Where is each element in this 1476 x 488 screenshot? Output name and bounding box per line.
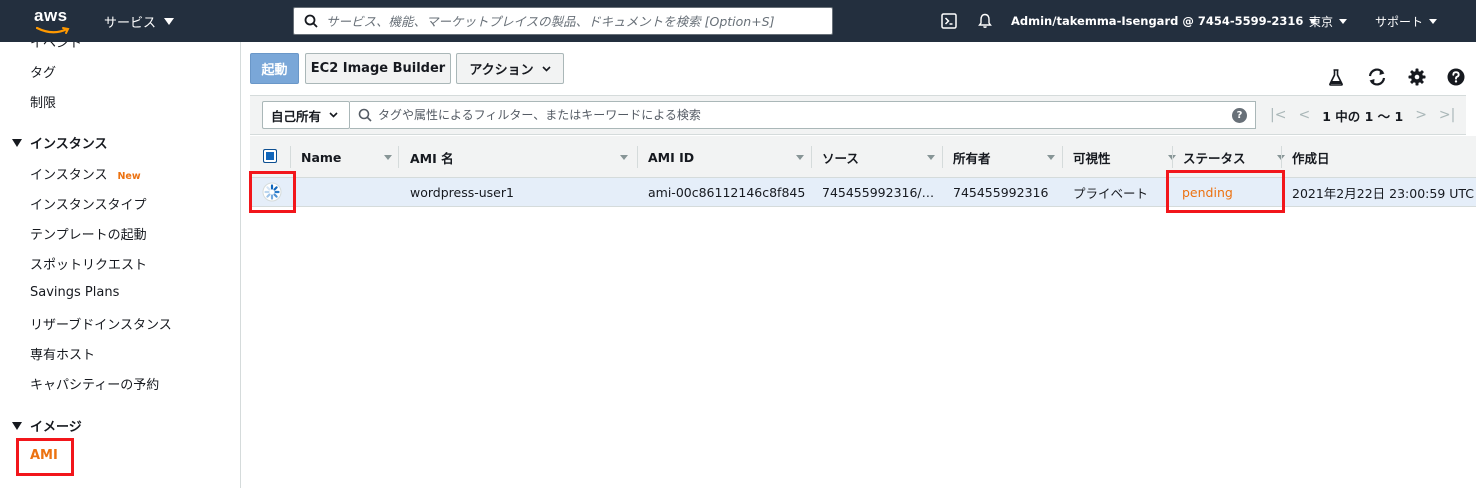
sidebar-item-instances[interactable]: インスタンス New [30,164,141,183]
flask-icon[interactable] [1326,67,1346,87]
filter-search-input[interactable] [378,108,1238,122]
pagination: |< < 1 中の 1 ～ 1 > >| [1270,96,1455,134]
region-menu[interactable]: 東京 [1309,0,1348,42]
cell-ami-id: ami-00c86112146c8f845 [648,184,806,200]
column-divider [290,146,291,168]
region-label: 東京 [1309,14,1334,29]
account-label: Admin/takemma-Isengard @ 7454-5599-2316 [1011,14,1304,28]
pagination-text: 1 中の 1 ～ 1 [1322,108,1404,124]
select-all-checkbox[interactable] [263,149,277,163]
ec2-image-builder-button[interactable]: EC2 Image Builder [305,53,451,84]
bell-icon [978,13,992,28]
sidebar-item-events[interactable]: イベント [30,42,82,51]
owner-filter-label: 自己所有 [271,108,322,124]
sidebar-item-dedicated-hosts[interactable]: 専有ホスト [30,344,95,363]
column-divider [398,146,399,168]
sort-caret-icon[interactable] [927,155,935,160]
chevron-down-icon [329,112,338,118]
cell-source: 745455992316/… [822,184,935,200]
column-divider [942,146,943,168]
column-header-created[interactable]: 作成日 [1292,136,1330,178]
search-icon [358,108,372,122]
caret-down-icon [1339,18,1348,24]
filter-help-icon[interactable]: ? [1232,108,1247,123]
new-badge: New [117,171,141,182]
global-search[interactable] [293,7,833,35]
column-header-source[interactable]: ソース [822,136,859,178]
column-divider [1062,146,1063,168]
caret-down-icon [164,18,175,25]
help-icon[interactable] [1446,67,1466,87]
highlight-box-status [1166,170,1285,213]
sidebar-section-instances[interactable]: インスタンス [12,133,107,152]
section-title: イメージ [30,420,82,435]
notifications-button[interactable] [977,0,993,42]
column-header-owner[interactable]: 所有者 [953,136,991,178]
top-navigation-bar: aws サービス Admin/takemma-Isengard @ 745 [0,0,1476,42]
next-page-icon[interactable]: > [1415,107,1427,123]
sidebar-item-savings-plans[interactable]: Savings Plans [30,285,119,300]
last-page-icon[interactable]: >| [1439,107,1455,123]
sort-caret-icon[interactable] [1047,155,1055,160]
cell-ami-name: wordpress-user1 [410,184,514,200]
sidebar-item-label: インスタンス [30,168,108,183]
launch-button[interactable]: 起動 [250,53,299,84]
column-divider [1281,146,1282,168]
actions-button[interactable]: アクション [456,53,564,84]
cell-visibility: プライベート [1073,185,1149,201]
previous-page-icon[interactable]: < [1298,107,1310,123]
column-divider [1172,146,1173,168]
aws-logo-text: aws [34,6,68,25]
sidebar-item-limits[interactable]: 制限 [30,92,56,111]
services-menu[interactable]: サービス [104,12,175,31]
owner-filter-select[interactable]: 自己所有 [262,101,350,129]
terminal-icon [941,13,957,29]
cell-created: 2021年2月22日 23:00:59 UTC [1292,185,1475,201]
table-header: Name AMI 名 AMI ID ソース 所有者 可視性 ステータス 作成日 [250,136,1476,178]
sidebar-item-capacity-reservations[interactable]: キャパシティーの予約 [30,374,159,393]
sidebar-section-images[interactable]: イメージ [12,416,82,435]
column-header-ami-id[interactable]: AMI ID [648,136,694,178]
column-divider [637,146,638,168]
sidebar-item-reserved-instances[interactable]: リザーブドインスタンス [30,314,172,333]
support-menu[interactable]: サポート [1375,0,1438,42]
sort-caret-icon[interactable] [796,155,804,160]
global-search-input[interactable] [326,13,826,29]
sort-caret-icon[interactable] [620,155,628,160]
section-title: インスタンス [30,137,108,152]
chevron-down-icon [542,65,551,72]
highlight-box-ami [16,438,74,476]
column-divider [811,146,812,168]
sort-caret-icon[interactable] [384,155,392,160]
column-header-visibility[interactable]: 可視性 [1073,136,1111,178]
column-header-name[interactable]: Name [301,136,341,178]
aws-logo[interactable]: aws [34,6,76,36]
gear-icon[interactable] [1407,67,1427,87]
sidebar-item-tags[interactable]: タグ [30,62,56,81]
triangle-down-icon [12,421,22,430]
support-label: サポート [1375,14,1424,29]
table-row[interactable]: wordpress-user1 ami-00c86112146c8f845 74… [250,178,1476,207]
highlight-box-spinner [249,171,296,213]
caret-down-icon [1429,18,1438,24]
sidebar-item-instance-types[interactable]: インスタンスタイプ [30,194,146,213]
refresh-icon[interactable] [1367,67,1387,87]
sidebar: イベント タグ 制限 インスタンス インスタンス New インスタンスタイプ テン… [0,42,241,488]
triangle-down-icon [12,138,22,147]
services-menu-label: サービス [104,16,157,31]
aws-smile-icon [36,26,70,34]
cell-name[interactable] [301,178,396,206]
first-page-icon[interactable]: |< [1270,107,1286,123]
column-header-ami-name[interactable]: AMI 名 [410,136,454,178]
sidebar-item-spot-requests[interactable]: スポットリクエスト [30,254,147,273]
account-menu[interactable]: Admin/takemma-Isengard @ 7454-5599-2316 [1011,0,1318,42]
cell-owner: 745455992316 [953,184,1049,200]
actions-label: アクション [469,63,534,78]
filter-search[interactable]: ? [350,101,1256,129]
sidebar-item-launch-templates[interactable]: テンプレートの起動 [30,224,147,243]
search-icon [304,14,318,28]
cloudshell-button[interactable] [941,0,957,42]
filter-bar: 自己所有 ? |< < 1 中の 1 ～ 1 > >| [250,95,1466,135]
